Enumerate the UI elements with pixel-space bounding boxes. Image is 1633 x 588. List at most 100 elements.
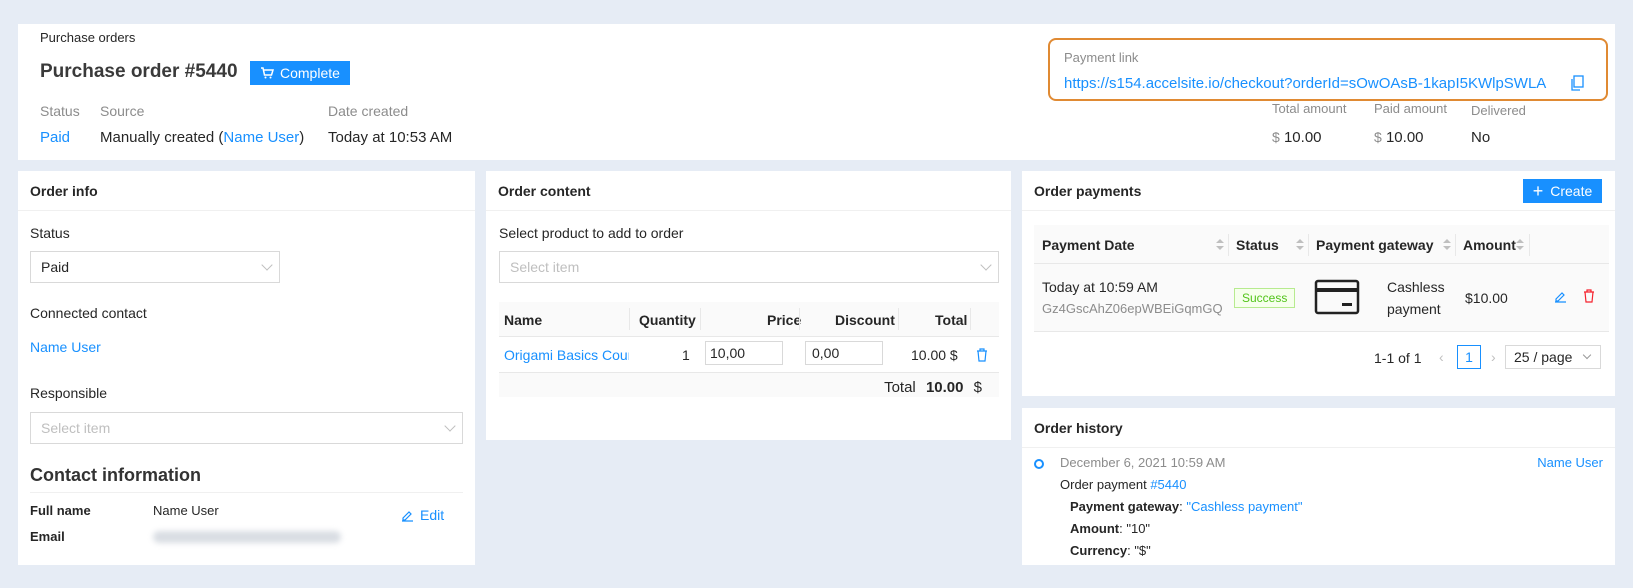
select-product-input[interactable]: Select item [499,251,999,283]
source-suffix: ) [299,129,305,146]
create-payment-button[interactable]: + Create [1523,179,1602,203]
plus-icon: + [1532,181,1544,201]
copy-icon[interactable] [1570,75,1584,91]
full-name-label: Full name [30,503,91,518]
order-status-select[interactable]: Paid [30,251,280,283]
responsible-select[interactable]: Select item [30,412,463,444]
delete-icon[interactable] [1583,289,1595,303]
history-user-link[interactable]: Name User [1537,455,1603,470]
sort-icon[interactable] [1443,239,1451,251]
total-currency: $ [1272,129,1280,145]
page-size-select[interactable]: 25 / page [1505,345,1601,369]
order-history-card: Order history December 6, 2021 10:59 AM … [1022,408,1615,565]
source-user-link[interactable]: Name User [223,129,299,146]
divider [30,492,463,493]
edit-icon[interactable] [1554,290,1567,303]
table-row: Origami Basics Cour 1 10,00 0,00 10.00 $ [499,337,999,373]
select-product-placeholder: Select item [510,259,580,275]
select-product-label: Select product to add to order [499,225,684,241]
status-badge: Success [1234,288,1296,308]
paid-amount-value: $ 10.00 [1374,129,1424,146]
col-name: Name [504,312,543,328]
history-gateway-key: Payment gateway [1070,499,1180,514]
history-currency-key: Currency [1070,543,1128,558]
status-value: Paid [40,129,71,146]
sort-icon[interactable] [1516,239,1524,251]
order-payments-card: Order payments + Create Payment Date Sta… [1022,171,1615,396]
order-total-label: Total [884,379,916,396]
divider [799,308,800,330]
table-row: Today at 10:59 AM Gz4GscAhZ06epWBEiGqmGQ… [1034,264,1609,332]
gateway-line2: payment [1387,301,1441,317]
prev-page-icon[interactable]: ‹ [1439,349,1444,365]
divider [1228,234,1229,256]
price-input[interactable]: 10,00 [705,341,783,365]
history-event: Order payment #5440 [1060,477,1186,492]
date-created-value: Today at 10:53 AM [328,129,453,146]
date-created-label: Date created [328,103,409,119]
payment-link-box: Payment link https://s154.accelsite.io/c… [1048,38,1608,101]
edit-contact-button[interactable]: Edit [401,507,444,523]
order-info-card: Order info Status Paid Connected contact… [18,171,475,565]
sort-icon[interactable] [1216,239,1224,251]
breadcrumb[interactable]: Purchase orders [40,30,135,45]
sort-icon[interactable] [1296,239,1304,251]
payment-id: Gz4GscAhZ06epWBEiGqmGQ [1042,301,1223,316]
history-currency-value: "$" [1134,543,1151,558]
table-header [499,302,999,337]
order-total: Total 10.00 $ [884,379,982,396]
email-label: Email [30,529,65,544]
connected-contact-label: Connected contact [30,305,147,321]
divider [1529,234,1530,256]
history-currency: Currency: "$" [1070,543,1151,558]
col-amount[interactable]: Amount [1463,237,1516,253]
order-header: Purchase orders Purchase order #5440 Com… [18,24,1615,160]
chevron-down-icon [1582,350,1592,360]
email-value-redacted [153,531,341,543]
history-amount-key: Amount [1070,521,1120,536]
status-badge: Complete [250,61,350,85]
payments-table: Payment Date Status Payment gateway Amou… [1034,225,1609,332]
col-payment-date[interactable]: Payment Date [1042,237,1135,253]
chevron-down-icon [444,420,456,432]
chevron-down-icon [261,259,273,271]
payment-amount: $10.00 [1465,290,1508,306]
delivered-value: No [1471,129,1491,146]
discount-input[interactable]: 0,00 [805,341,883,365]
delete-icon[interactable] [976,348,988,362]
edit-icon [402,510,413,522]
order-history-title: Order history [1022,408,1615,448]
payment-link-url[interactable]: https://s154.accelsite.io/checkout?order… [1064,75,1546,92]
history-amount: Amount: "10" [1070,521,1151,536]
delivered-label: Delivered [1471,103,1526,118]
divider [898,308,899,330]
create-label: Create [1550,183,1593,199]
history-event-link[interactable]: #5440 [1150,477,1186,492]
paid-amount-label: Paid amount [1374,101,1447,116]
total-amount-number: 10.00 [1283,129,1322,146]
history-event-text: Order payment [1060,477,1151,492]
total-amount-label: Total amount [1272,101,1347,116]
page-1-button[interactable]: 1 [1457,345,1481,369]
history-datetime: December 6, 2021 10:59 AM [1060,455,1226,470]
source-prefix: Manually created ( [100,129,224,146]
col-discount: Discount [835,312,895,328]
history-gateway-value: "Cashless payment" [1186,499,1303,514]
divider [970,308,971,330]
source-label: Source [100,103,145,119]
col-payment-gateway[interactable]: Payment gateway [1316,237,1434,253]
cart-icon [261,67,274,79]
paid-amount-number: 10.00 [1385,129,1424,146]
gateway-line1: Cashless [1387,279,1445,295]
payment-date: Today at 10:59 AM [1042,279,1158,295]
connected-contact-link[interactable]: Name User [30,339,101,355]
col-total: Total [935,312,968,328]
order-status-label: Status [30,225,70,241]
responsible-placeholder: Select item [41,420,111,436]
product-name-link[interactable]: Origami Basics Cour [504,347,629,363]
col-status[interactable]: Status [1236,237,1279,253]
contact-info-title: Contact information [30,465,201,485]
divider [1455,234,1456,256]
next-page-icon[interactable]: › [1491,349,1496,365]
timeline-dot [1034,459,1044,469]
